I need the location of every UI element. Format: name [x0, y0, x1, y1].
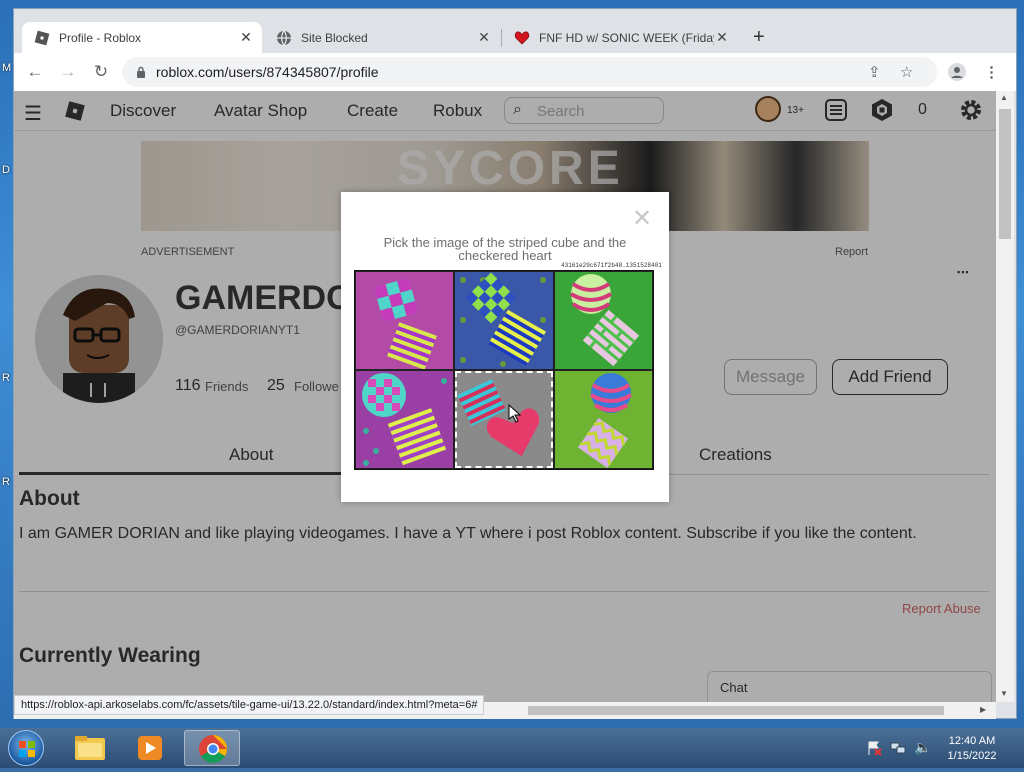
media-player-icon	[138, 736, 162, 760]
page-viewport: ☰ Discover Avatar Shop Create Robux ⌕ Se…	[14, 91, 996, 702]
scroll-down-icon[interactable]: ▼	[1000, 689, 1008, 698]
captcha-instruction: Pick the image of the striped cube and t…	[383, 235, 627, 263]
scroll-right-icon[interactable]: ▶	[980, 705, 986, 714]
captcha-tile-1[interactable]	[355, 271, 455, 370]
captcha-close-icon[interactable]: ✕	[632, 204, 652, 233]
desktop-icon-label[interactable]: R	[2, 372, 10, 384]
clock-time: 12:40 AM	[948, 735, 996, 747]
tab-title: FNF HD w/ SONIC WEEK (Friday	[539, 30, 714, 45]
clock-date: 1/15/2022	[947, 750, 997, 762]
folder-icon	[75, 736, 105, 760]
captcha-dialog: ✕ Pick the image of the striped cube and…	[341, 192, 669, 502]
reload-icon[interactable]: ↻	[90, 61, 112, 83]
captcha-tile-4[interactable]	[355, 370, 455, 469]
profile-icon[interactable]	[948, 63, 966, 85]
share-icon[interactable]: ⇪	[868, 63, 881, 81]
roblox-icon	[34, 30, 50, 46]
captcha-tile-grid	[354, 270, 654, 470]
desktop-icon-label[interactable]: M	[2, 62, 11, 74]
tab-profile-roblox[interactable]: Profile - Roblox ✕	[22, 22, 262, 53]
desktop-icon-label[interactable]: D	[2, 164, 10, 176]
scrollbar-thumb[interactable]	[528, 706, 944, 715]
captcha-tile-image	[554, 371, 652, 468]
lock-icon[interactable]	[136, 65, 146, 78]
captcha-tile-image	[455, 371, 553, 468]
globe-icon	[276, 30, 292, 46]
menu-dots-icon[interactable]: ⋮	[984, 63, 999, 81]
close-tab-icon[interactable]: ✕	[476, 29, 492, 46]
forward-icon[interactable]: →	[57, 61, 79, 83]
vertical-scrollbar[interactable]: ▲ ▼	[996, 91, 1014, 702]
tab-fnf[interactable]: FNF HD w/ SONIC WEEK (Friday ✕	[502, 22, 738, 53]
close-tab-icon[interactable]: ✕	[238, 29, 254, 46]
taskbar-explorer[interactable]	[62, 730, 118, 766]
tab-site-blocked[interactable]: Site Blocked ✕	[264, 22, 500, 53]
taskbar-media-player[interactable]	[122, 730, 178, 766]
bookmark-star-icon[interactable]: ☆	[900, 63, 913, 81]
status-bar-url: https://roblox-api.arkoselabs.com/fc/ass…	[14, 695, 485, 715]
windows-taskbar: 🔈 12:40 AM 1/15/2022	[0, 728, 1024, 768]
tab-title: Profile - Roblox	[59, 30, 142, 45]
url-text: roblox.com/users/874345807/profile	[156, 64, 379, 80]
tab-title: Site Blocked	[301, 30, 368, 45]
new-tab-button[interactable]: +	[753, 27, 765, 47]
scrollbar-thumb[interactable]	[999, 109, 1011, 239]
scroll-up-icon[interactable]: ▲	[1000, 93, 1008, 102]
captcha-tile-image	[554, 272, 652, 369]
captcha-session-code: 43161e29c671f2b48.1351528401	[561, 262, 662, 269]
network-icon[interactable]	[890, 740, 906, 761]
close-tab-icon[interactable]: ✕	[714, 29, 730, 46]
chrome-icon	[199, 735, 227, 763]
captcha-tile-3[interactable]	[553, 271, 653, 370]
captcha-tile-image	[356, 272, 454, 369]
captcha-tile-image	[455, 272, 553, 369]
tab-strip: Profile - Roblox ✕ Site Blocked ✕ FNF HD…	[14, 9, 1016, 53]
system-clock[interactable]: 12:40 AM 1/15/2022	[932, 734, 1012, 764]
address-bar[interactable]: roblox.com/users/874345807/profile ⇪ ☆	[122, 57, 937, 87]
windows-logo-icon	[19, 741, 35, 757]
start-button[interactable]	[8, 730, 44, 766]
taskbar-chrome[interactable]	[184, 730, 240, 766]
captcha-tile-6[interactable]	[553, 370, 653, 469]
back-icon[interactable]: ←	[24, 61, 46, 83]
captcha-tile-2[interactable]	[454, 271, 554, 370]
volume-icon[interactable]: 🔈	[914, 739, 931, 756]
desktop-icon-label[interactable]: R	[2, 476, 10, 488]
browser-toolbar: ← → ↻ roblox.com/users/874345807/profile…	[14, 53, 1016, 91]
heart-icon	[514, 30, 530, 46]
action-center-flag-icon[interactable]	[866, 740, 882, 761]
browser-window: ▭ ▣ ✕ Profile - Roblox ✕ Site Blocked ✕ …	[13, 8, 1017, 719]
captcha-tile-image	[356, 371, 454, 468]
captcha-tile-5[interactable]	[454, 370, 554, 469]
